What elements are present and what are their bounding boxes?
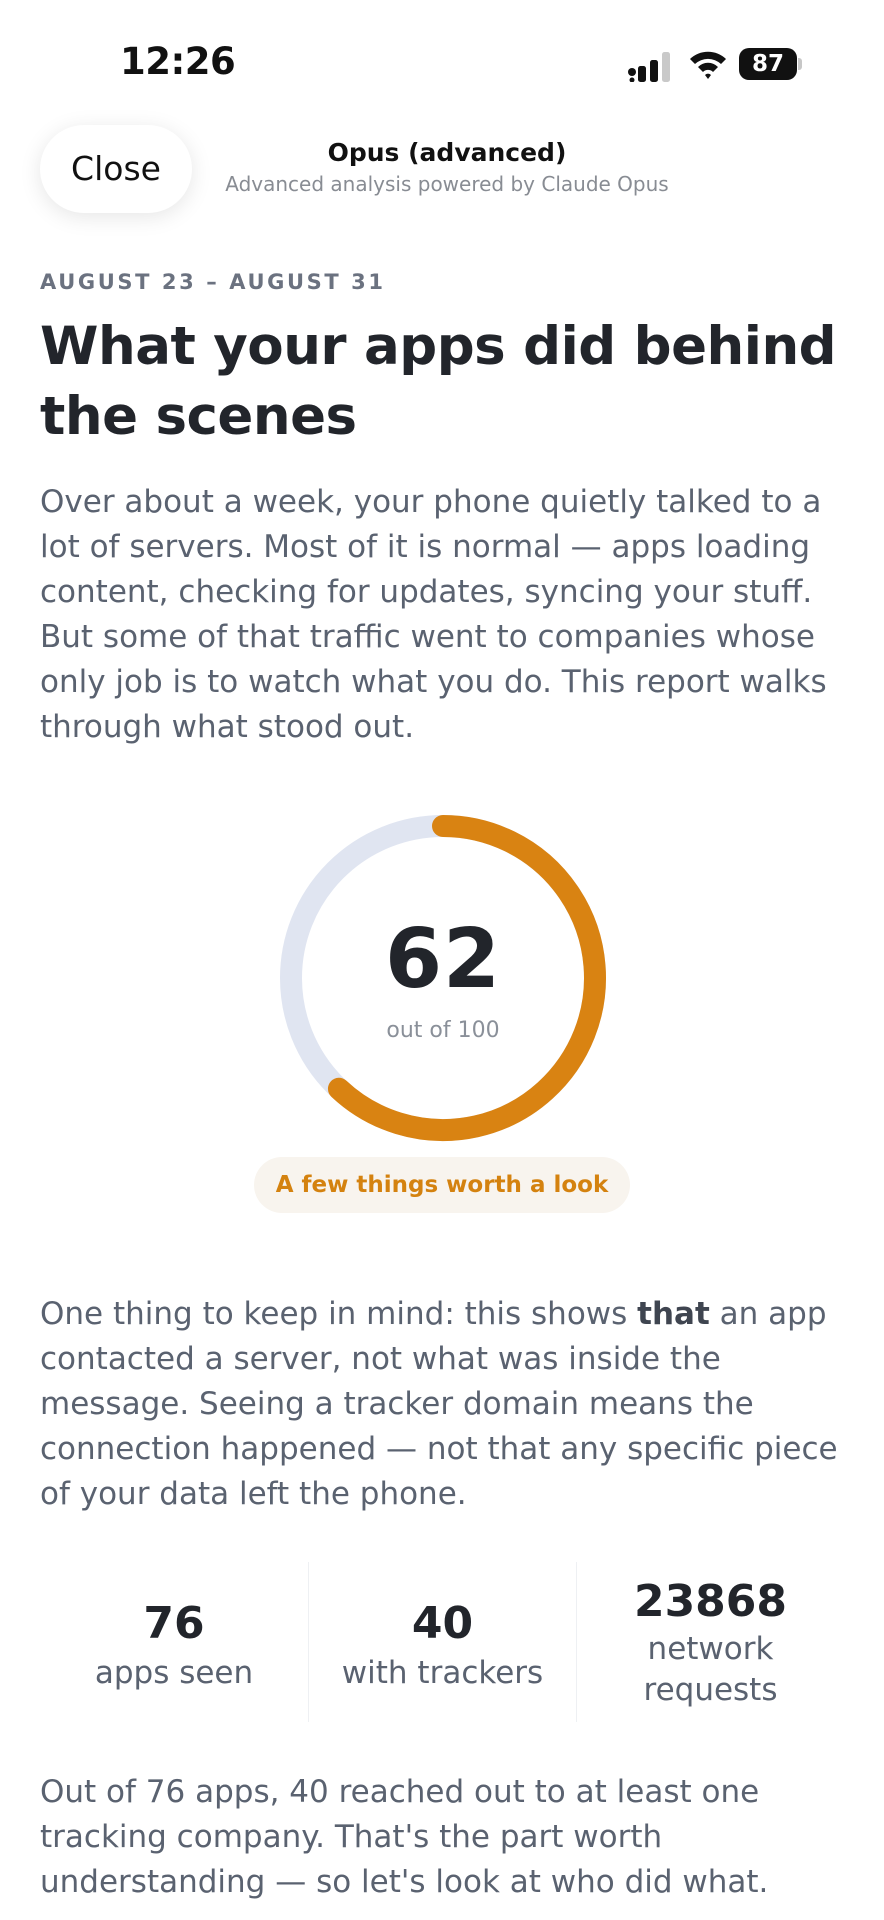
stat-with-trackers: 40 with trackers bbox=[308, 1562, 576, 1722]
stat-label: apps seen bbox=[94, 1655, 254, 1691]
close-button[interactable]: Close bbox=[40, 125, 192, 213]
battery-icon: 87 bbox=[739, 48, 803, 80]
report-headline: What your apps did behind the scenes bbox=[40, 316, 837, 447]
wifi-icon bbox=[690, 51, 726, 79]
stat-value: 76 bbox=[143, 1598, 205, 1649]
status-bar: 12:26 87 bbox=[0, 0, 884, 120]
stat-network-requests: 23868 network requests bbox=[576, 1562, 844, 1722]
header-title: Opus (advanced) bbox=[327, 138, 567, 167]
note-emphasis: that bbox=[637, 1296, 710, 1332]
note-text-before: One thing to keep in mind: this shows bbox=[40, 1296, 638, 1332]
stat-value: 40 bbox=[411, 1598, 474, 1649]
stats-row: 76 apps seen 40 with trackers 23868 netw… bbox=[40, 1562, 844, 1722]
stat-value: 23868 bbox=[633, 1576, 788, 1627]
battery-level: 87 bbox=[739, 48, 797, 80]
date-range: AUGUST 23 – AUGUST 31 bbox=[40, 270, 386, 294]
disclaimer-paragraph: One thing to keep in mind: this shows th… bbox=[40, 1292, 850, 1517]
summary-paragraph: Out of 76 apps, 40 reached out to at lea… bbox=[40, 1774, 769, 1900]
stat-label: network requests bbox=[643, 1631, 778, 1708]
score-caption: out of 100 bbox=[386, 1018, 500, 1043]
cellular-signal-icon bbox=[628, 52, 670, 82]
stat-label: with trackers bbox=[341, 1655, 544, 1691]
score-value: 62 bbox=[384, 912, 502, 1007]
battery-cap bbox=[798, 58, 802, 70]
stat-apps-seen: 76 apps seen bbox=[40, 1562, 308, 1722]
header-subtitle: Advanced analysis powered by Claude Opus bbox=[225, 172, 669, 196]
status-time: 12:26 bbox=[120, 40, 236, 83]
intro-paragraph: Over about a week, your phone quietly ta… bbox=[40, 484, 827, 745]
score-verdict-badge: A few things worth a look bbox=[254, 1157, 630, 1213]
